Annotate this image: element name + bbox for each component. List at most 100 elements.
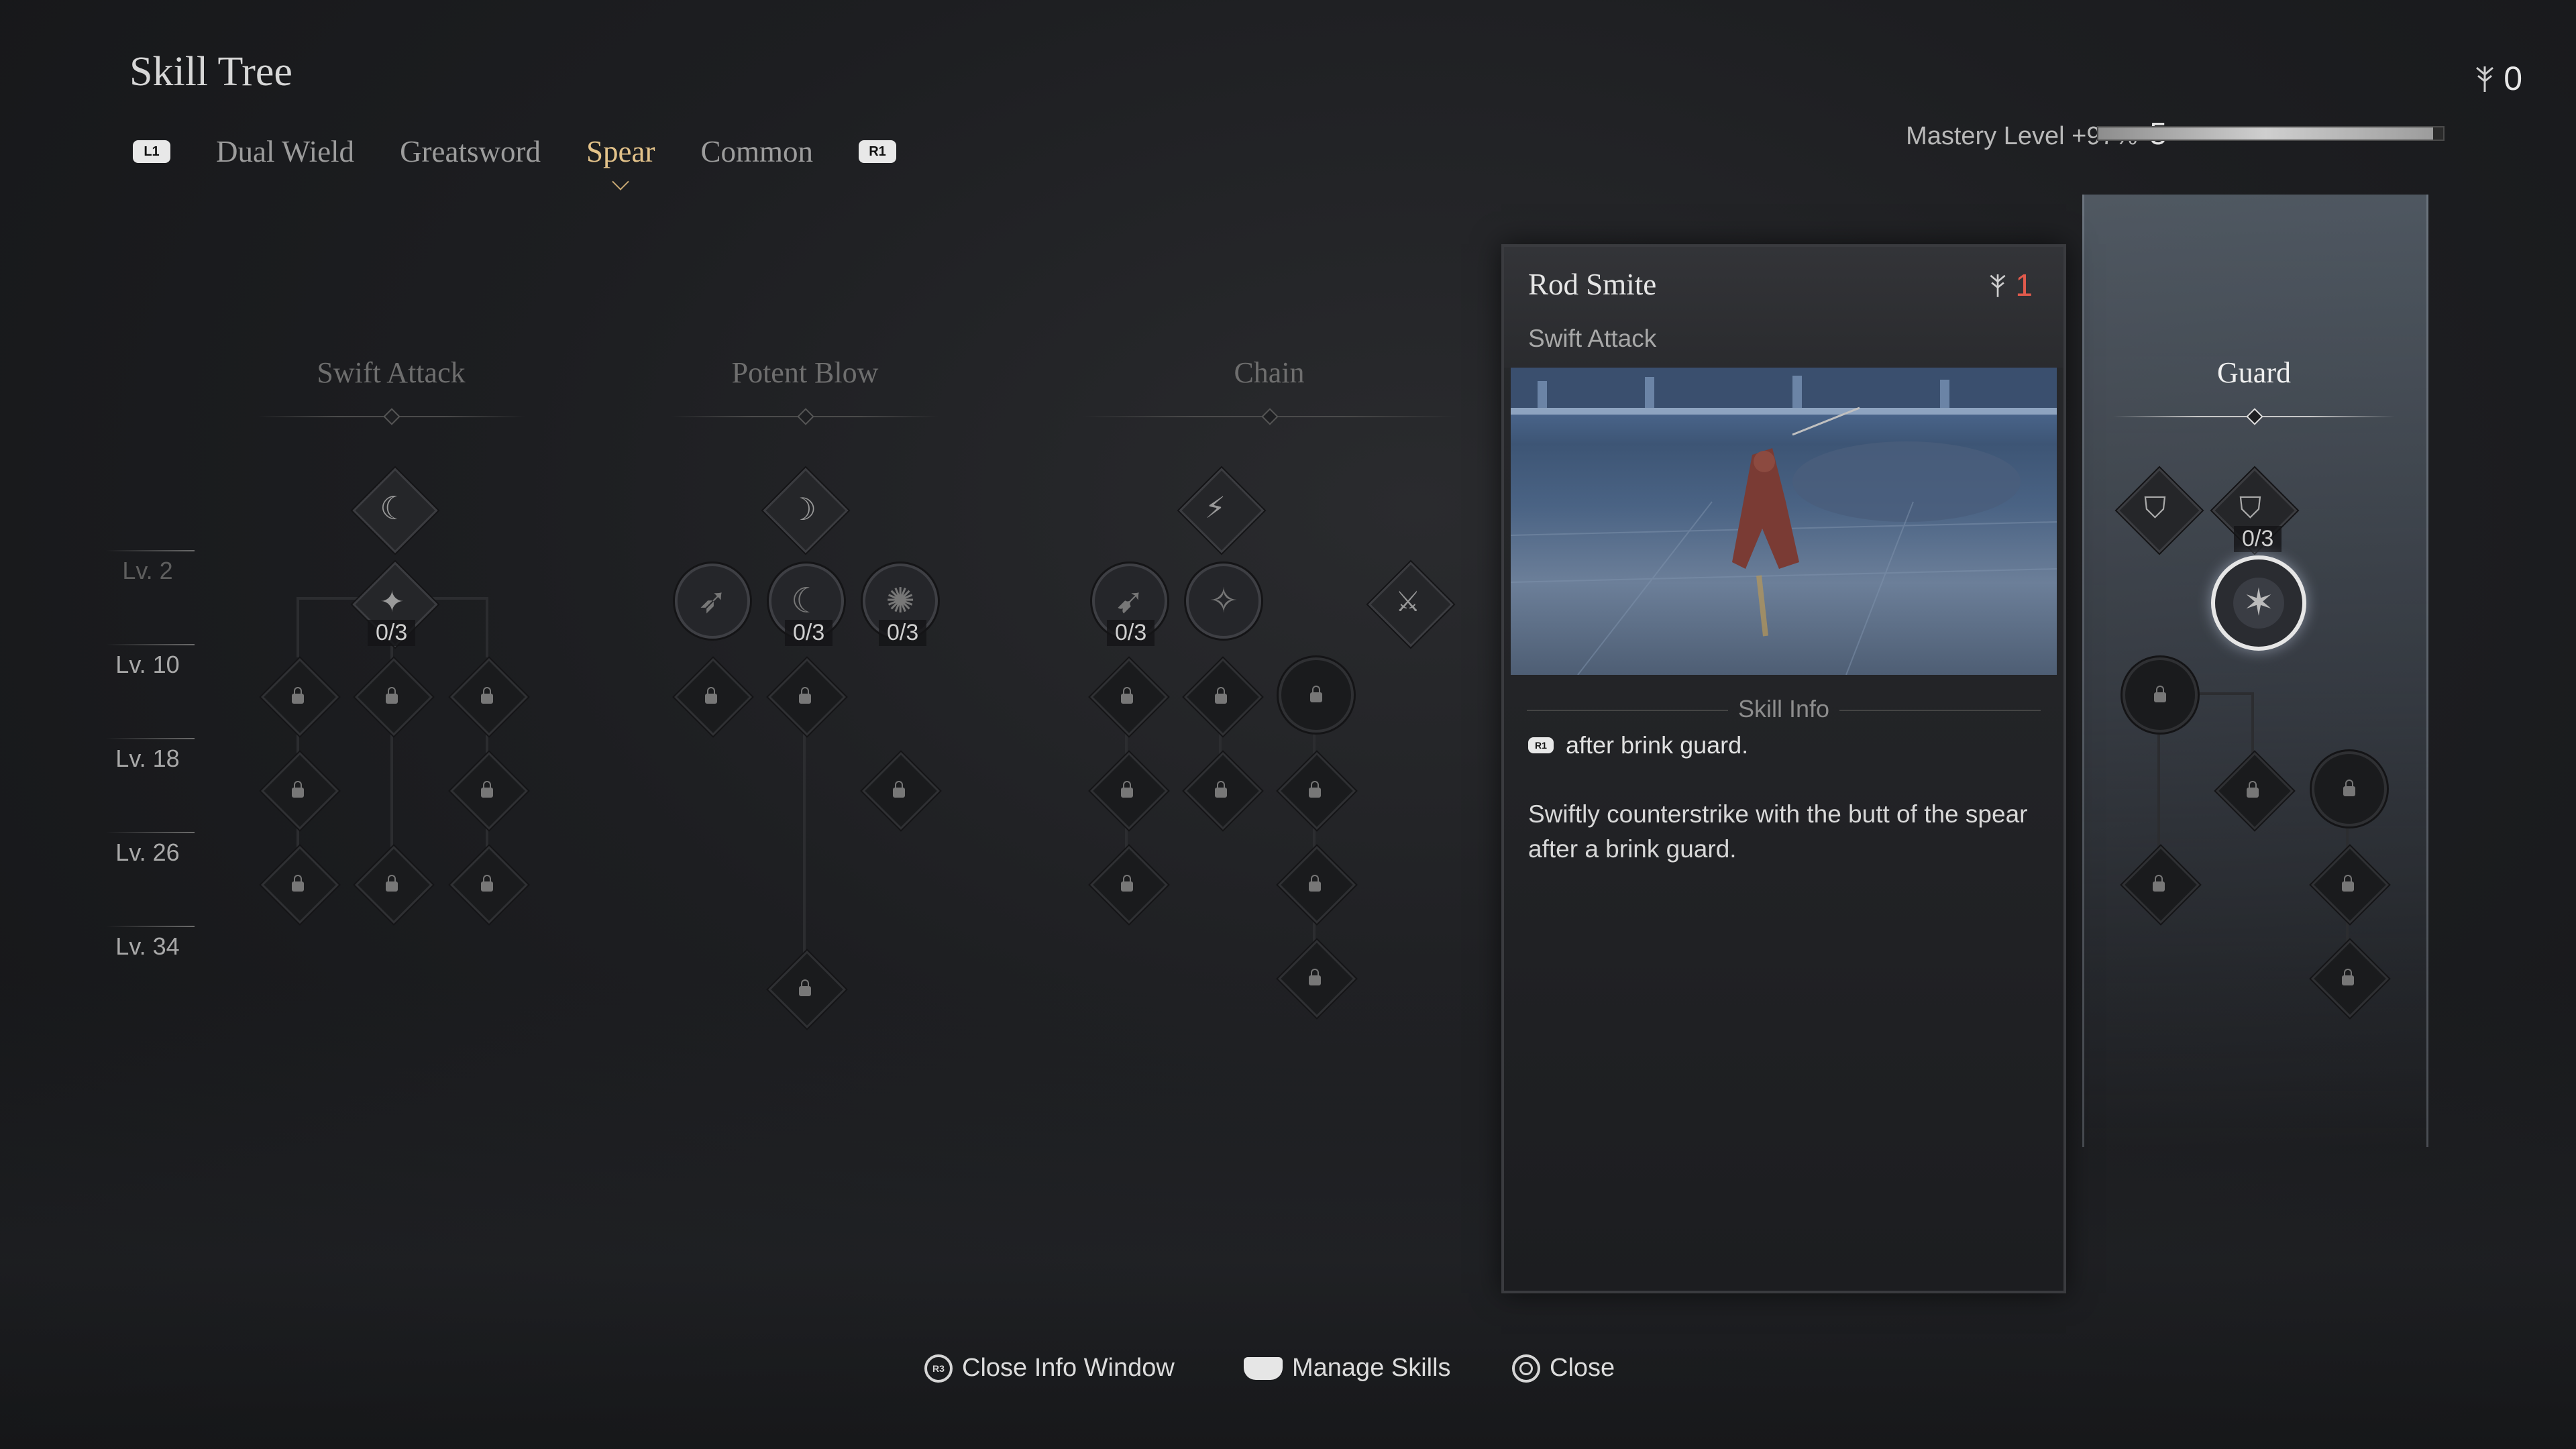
locked-skill-node[interactable] <box>1184 752 1262 830</box>
level-divider <box>106 832 195 833</box>
level-label-2: Lv. 2 <box>122 557 173 584</box>
skill-node-chain-2[interactable]: ✧ <box>1186 564 1261 639</box>
locked-skill-node[interactable] <box>2312 751 2387 826</box>
locked-skill-node[interactable] <box>1278 846 1356 924</box>
lock-icon <box>1119 875 1135 892</box>
locked-skill-node[interactable] <box>261 658 339 736</box>
locked-skill-node[interactable] <box>1278 940 1356 1018</box>
locked-skill-node[interactable] <box>261 752 339 830</box>
touchpad-button-icon <box>1244 1356 1283 1380</box>
skill-name: Rod Smite <box>1528 268 1657 301</box>
locked-skill-node[interactable] <box>450 846 528 924</box>
r1-button-icon[interactable]: R1 <box>859 140 896 163</box>
lock-icon <box>1213 781 1229 798</box>
triple-thrust-icon: ➶ <box>698 581 727 621</box>
column-header-swift-attack: Swift Attack <box>317 356 466 389</box>
lock-icon <box>290 781 306 798</box>
skill-node-chain-root[interactable]: ⚡ <box>1179 468 1265 553</box>
locked-skill-node[interactable] <box>1090 752 1168 830</box>
locked-skill-node[interactable] <box>1279 657 1354 733</box>
lock-icon <box>797 687 813 704</box>
manage-skills-action[interactable]: Manage Skills <box>1244 1354 1451 1383</box>
mastery-progress-fill <box>2098 127 2433 140</box>
lock-icon <box>2340 969 2356 986</box>
close-info-label: Close Info Window <box>962 1354 1175 1382</box>
locked-skill-node[interactable] <box>1184 658 1262 736</box>
skill-rank-counter: 0/3 <box>1107 620 1155 646</box>
locked-skill-node[interactable] <box>2216 752 2294 830</box>
close-info-window-action[interactable]: R3 Close Info Window <box>924 1354 1175 1383</box>
skill-point-icon <box>2476 66 2494 92</box>
locked-skill-node[interactable] <box>674 658 752 736</box>
lock-icon <box>479 875 495 892</box>
lock-icon <box>1307 969 1323 986</box>
lock-icon <box>2152 686 2168 703</box>
locked-skill-node[interactable] <box>1090 846 1168 924</box>
locked-skill-node[interactable] <box>355 846 433 924</box>
tree-connector <box>486 597 488 657</box>
locked-skill-node[interactable] <box>450 658 528 736</box>
tab-spear[interactable]: Spear <box>586 134 655 169</box>
tree-connector <box>803 704 806 986</box>
lightning-kick-icon: ⚡ <box>1205 491 1226 525</box>
level-label-10: Lv. 10 <box>115 651 180 678</box>
lock-icon <box>1119 781 1135 798</box>
skill-node-rod-smite-selected[interactable]: ✶ <box>2211 555 2306 651</box>
rod-smite-icon: ✶ <box>2243 581 2275 625</box>
skill-rank-counter: 0/3 <box>2234 526 2282 552</box>
skill-node-chain-side[interactable]: ⚔ <box>1368 561 1454 647</box>
skill-preview-image <box>1511 368 2057 675</box>
lock-icon <box>2340 875 2356 892</box>
lock-icon <box>479 687 495 704</box>
skill-rank-counter: 0/3 <box>785 620 833 646</box>
skill-cost-value: 1 <box>2015 268 2033 303</box>
lock-icon <box>703 687 719 704</box>
level-divider <box>106 926 195 927</box>
page-title: Skill Tree <box>129 49 292 95</box>
skill-description: Swiftly counterstrike with the butt of t… <box>1528 800 2028 863</box>
locked-skill-node[interactable] <box>2311 940 2389 1018</box>
locked-skill-node[interactable] <box>2123 657 2198 733</box>
skill-node-potent-1[interactable]: ➶ <box>675 564 750 639</box>
skill-node-swift-root[interactable]: ☾ <box>352 468 438 553</box>
close-action[interactable]: Close <box>1512 1354 1615 1383</box>
locked-skill-node[interactable] <box>1090 658 1168 736</box>
level-label-18: Lv. 18 <box>115 745 180 772</box>
skill-category: Swift Attack <box>1528 325 1657 352</box>
locked-skill-node[interactable] <box>2122 846 2200 924</box>
level-divider <box>106 738 195 739</box>
locked-skill-node[interactable] <box>1278 752 1356 830</box>
tab-greatsword[interactable]: Greatsword <box>400 134 541 169</box>
locked-skill-node[interactable] <box>862 752 940 830</box>
tree-connector <box>1313 704 1316 973</box>
locked-skill-node[interactable] <box>768 951 846 1028</box>
lock-icon <box>1308 686 1324 703</box>
tab-bar: L1 Dual Wield Greatsword Spear Common R1 <box>133 131 896 172</box>
skill-node-potent-root[interactable]: ☽ <box>763 468 849 553</box>
l1-button-icon[interactable]: L1 <box>133 140 170 163</box>
tab-common[interactable]: Common <box>700 134 813 169</box>
dash-strike-icon: ✧ <box>1209 581 1238 621</box>
lock-icon <box>384 687 400 704</box>
level-divider <box>106 550 195 551</box>
crouch-strike-icon: ⚔ <box>1395 585 1421 618</box>
locked-skill-node[interactable] <box>2311 846 2389 924</box>
column-ornament-icon <box>1261 408 1279 425</box>
locked-skill-node[interactable] <box>450 752 528 830</box>
skill-node-guard-1[interactable]: ⛉ <box>2116 468 2202 553</box>
skill-cost: 1 <box>1987 267 2033 303</box>
lock-icon <box>2245 781 2261 798</box>
locked-skill-node[interactable] <box>261 846 339 924</box>
skill-info-panel: Rod Smite 1 Swift Attack Skill Info R1 a… <box>1501 244 2066 1293</box>
column-header-guard: Guard <box>2217 356 2291 389</box>
locked-skill-node[interactable] <box>768 658 846 736</box>
circle-button-icon <box>1512 1354 1540 1383</box>
r3-button-icon: R3 <box>924 1354 953 1383</box>
lock-icon <box>384 875 400 892</box>
locked-skill-node[interactable] <box>355 658 433 736</box>
lock-icon <box>891 781 907 798</box>
close-label: Close <box>1550 1354 1615 1382</box>
tab-dual-wield[interactable]: Dual Wield <box>216 134 354 169</box>
warrior-strike-icon: ✦ <box>380 585 405 619</box>
lock-icon <box>1307 875 1323 892</box>
